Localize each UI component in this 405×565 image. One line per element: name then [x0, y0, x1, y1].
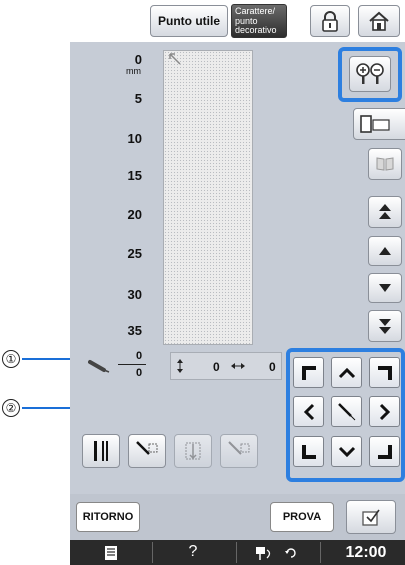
horizontal-move-icon [231, 363, 245, 369]
move-down-right-button[interactable] [369, 436, 400, 467]
stitch-count-area: 0 0 [70, 350, 166, 386]
tab-utility-label: Punto utile [158, 14, 220, 28]
ruler-15: 15 [127, 168, 142, 183]
pattern-point-icon [185, 442, 201, 460]
move-down-left-button[interactable] [293, 436, 324, 467]
needle-center-icon [337, 402, 355, 420]
jump-up-button[interactable] [368, 196, 402, 228]
sewing-screen: Punto utile Carattere/ punto decorativo … [70, 0, 405, 565]
corner-down-left-icon [301, 444, 316, 459]
needle-mode-icon [94, 441, 108, 461]
callout-1: ① [2, 350, 20, 368]
lock-button[interactable] [310, 5, 350, 37]
zoom-button[interactable] [349, 56, 391, 92]
save-memory-button[interactable] [346, 500, 396, 534]
jump-up-icon [379, 204, 391, 219]
rotate-icon [285, 548, 296, 558]
stitch-count-denominator: 0 [136, 367, 143, 379]
tab-character-label-line3: decorativo [235, 25, 277, 35]
ruler-0: 0 [134, 52, 142, 67]
needle-icon [88, 360, 110, 373]
ruler-35: 35 [127, 323, 142, 338]
stitch-count-numerator: 0 [136, 350, 143, 362]
step-up-button[interactable] [368, 236, 402, 266]
ruler-20: 20 [127, 207, 142, 222]
status-divider-3 [320, 542, 321, 563]
move-pattern-icon [136, 441, 158, 455]
memory-icon [362, 509, 380, 526]
move-pattern-button[interactable] [128, 434, 166, 468]
horizontal-value: 0 [269, 360, 276, 374]
ruler-30: 30 [127, 287, 142, 302]
pattern-rotate-icon [228, 441, 250, 455]
settings-icon[interactable] [104, 545, 118, 561]
jump-down-icon [379, 319, 391, 334]
back-button[interactable]: RITORNO [76, 502, 140, 532]
pattern-rotate-button[interactable] [220, 434, 258, 468]
move-down-button[interactable] [331, 436, 362, 467]
mirror-icon [376, 157, 394, 171]
chevron-down-icon [338, 446, 355, 457]
step-down-icon [379, 284, 391, 292]
stitch-preview-area[interactable] [163, 50, 253, 345]
move-center-button[interactable] [331, 396, 362, 427]
callout-2: ② [2, 399, 20, 417]
ruler-25: 25 [127, 246, 142, 261]
home-button[interactable] [358, 5, 400, 37]
help-button[interactable]: ? [183, 543, 203, 561]
ruler-5: 5 [134, 91, 142, 106]
jump-down-button[interactable] [368, 310, 402, 342]
vertical-value: 0 [213, 360, 220, 374]
step-down-button[interactable] [368, 273, 402, 303]
step-up-icon [379, 247, 391, 255]
tab-utility-stitch[interactable]: Punto utile [150, 5, 228, 37]
ruler-unit: mm [126, 66, 141, 76]
move-up-left-button[interactable] [293, 357, 324, 388]
move-left-button[interactable] [293, 396, 324, 427]
chevron-up-icon [338, 367, 355, 378]
ruler-10: 10 [127, 131, 142, 146]
position-readout: 0 0 [170, 352, 282, 380]
corner-up-left-icon [301, 365, 316, 380]
move-up-button[interactable] [331, 357, 362, 388]
display-toggle-icon [360, 115, 390, 133]
chevron-left-icon [303, 403, 314, 420]
mirror-image-button[interactable] [368, 148, 402, 180]
status-divider-1 [152, 542, 153, 563]
vertical-move-icon [177, 359, 183, 373]
needle-position-icon [169, 53, 181, 65]
status-divider-2 [236, 542, 237, 563]
corner-down-right-icon [377, 444, 392, 459]
chevron-right-icon [379, 403, 390, 420]
pattern-point-button[interactable] [174, 434, 212, 468]
stitch-count-divider [118, 364, 146, 365]
zoom-icon [356, 63, 384, 84]
test-button[interactable]: PROVA [270, 502, 334, 532]
tab-character-decorative[interactable]: Carattere/ punto decorativo [231, 4, 287, 38]
display-toggle-button[interactable] [353, 108, 405, 140]
single-double-needle-button[interactable] [82, 434, 120, 468]
lock-icon [322, 11, 338, 32]
home-icon [369, 11, 389, 31]
clock-display: 12:00 [345, 544, 387, 561]
corner-up-right-icon [377, 365, 392, 380]
move-up-right-button[interactable] [369, 357, 400, 388]
move-right-button[interactable] [369, 396, 400, 427]
thread-icon[interactable] [254, 545, 274, 561]
